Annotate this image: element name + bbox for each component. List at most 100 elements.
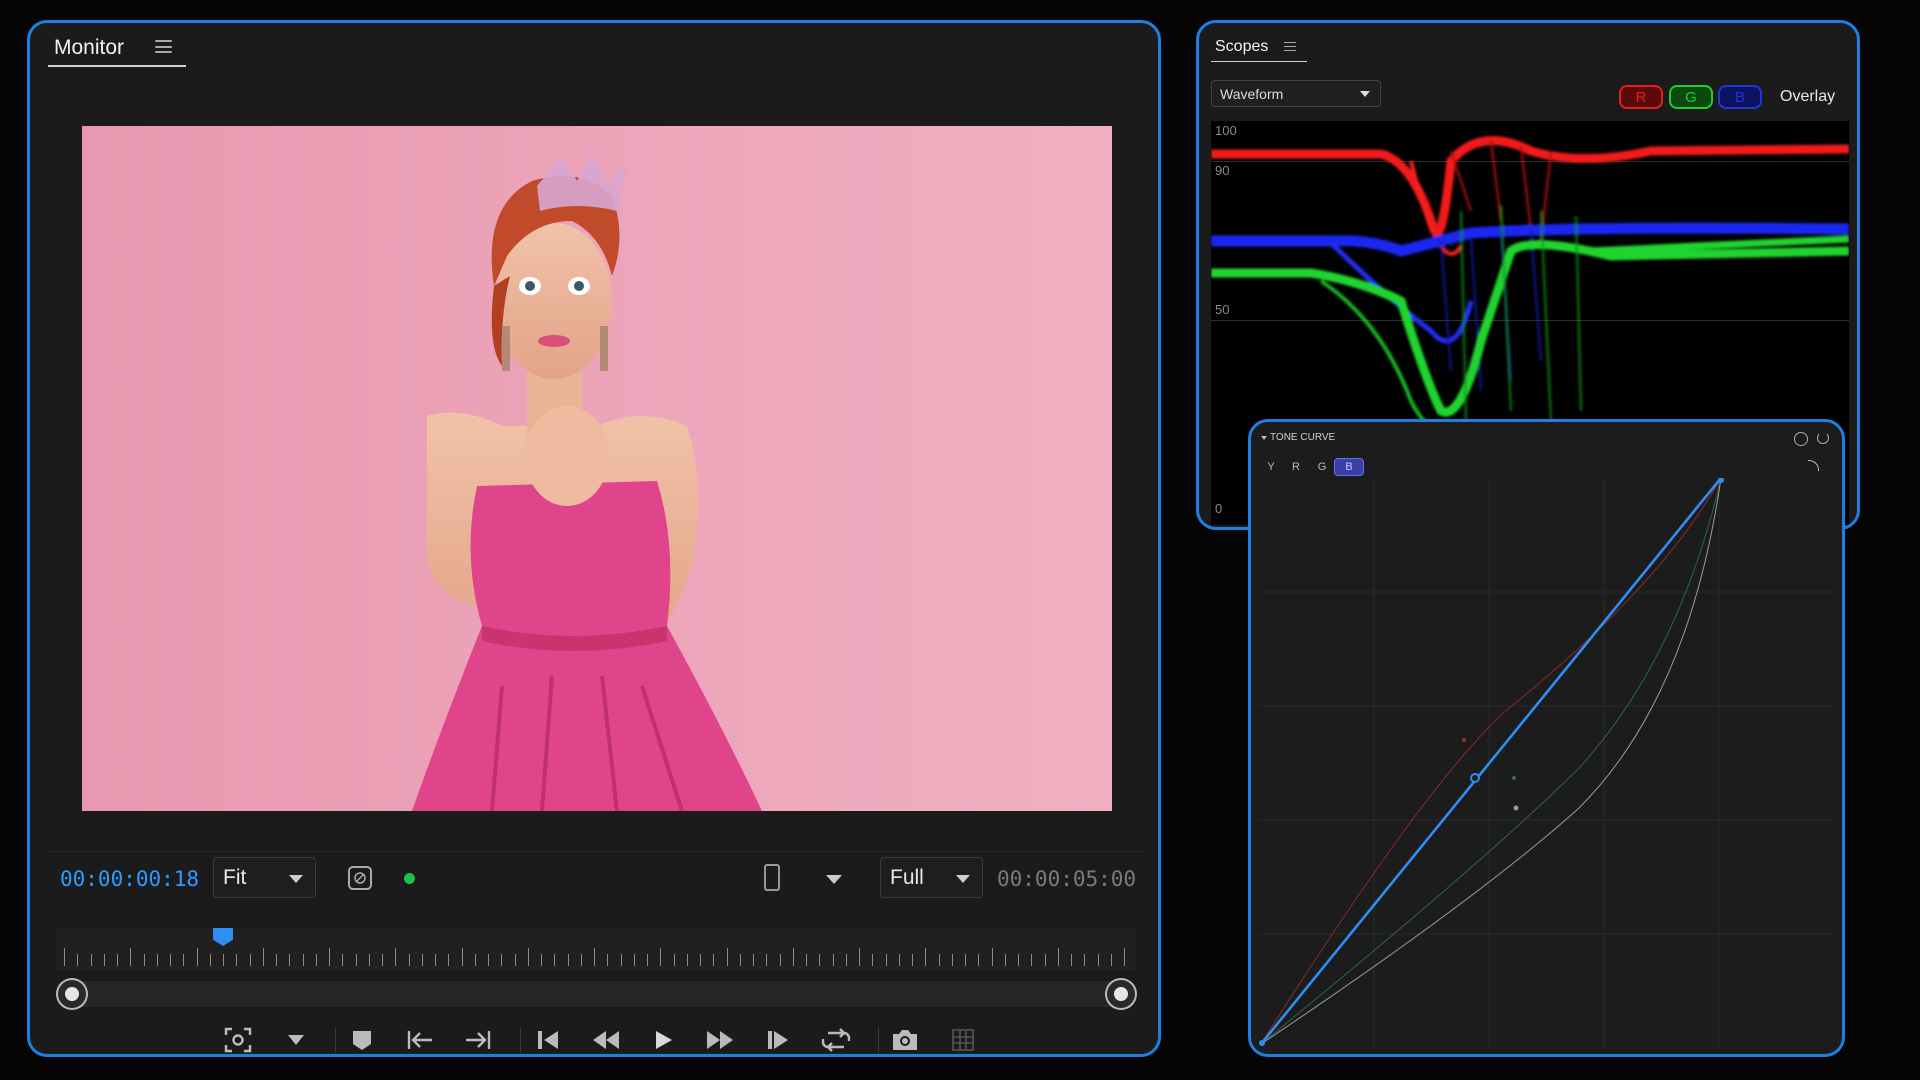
chevron-down-icon [956,875,970,883]
ruler-tick [156,954,158,966]
ruler-tick [527,948,529,966]
ruler-tick [329,948,330,966]
transport-divider [878,1027,879,1053]
ruler-tick [779,954,781,966]
fast-forward-icon[interactable] [702,1023,738,1054]
quality-dropdown[interactable]: Full [880,857,983,898]
ruler-tick [315,954,317,966]
playhead-marker[interactable] [213,928,233,946]
ruler-tick [1124,948,1125,966]
channel-g-toggle[interactable]: G [1669,85,1713,109]
ruler-tick [885,954,887,966]
scopes-tab-underline [1211,61,1307,62]
ruler-tick [196,948,198,966]
ruler-tick [408,954,410,966]
channel-b-toggle[interactable]: B [1718,85,1762,109]
ruler-tick [395,948,397,966]
ruler-tick [898,954,900,966]
go-to-in-icon[interactable] [402,1023,438,1054]
ruler-tick [342,954,344,966]
rewind-icon[interactable] [588,1023,624,1054]
curve-tool-icon[interactable] [1808,460,1819,471]
ruler-tick [1110,954,1112,966]
ruler-tick [991,948,993,966]
tone-curve-title: TONE CURVE [1270,432,1336,443]
monitor-tab-underline [48,65,186,67]
safe-margins-icon[interactable] [220,1023,256,1054]
ruler-tick [938,954,940,966]
tab-y[interactable]: Y [1260,458,1282,476]
ruler-tick [64,948,65,966]
ruler-tick [700,954,701,966]
go-to-out-icon[interactable] [460,1023,496,1054]
ruler-tick [514,954,516,966]
ruler-tick [435,954,436,966]
tone-curve-graph[interactable] [1259,478,1834,1048]
photo-of-woman-in-pink-dress [82,126,1112,811]
controls-divider [48,851,1144,852]
ruler-tick [872,954,874,966]
ruler-tick [289,954,291,966]
ruler-tick [925,948,927,966]
marker-icon[interactable] [344,1023,380,1054]
camera-icon[interactable] [887,1023,923,1054]
channel-r-toggle[interactable]: R [1619,85,1663,109]
current-timecode[interactable]: 00:00:00:18 [60,867,199,891]
scopes-title[interactable]: Scopes [1215,38,1268,56]
channel-b-label: B [1734,88,1745,106]
in-point-handle[interactable] [58,980,86,1008]
ruler-tick [845,954,847,966]
ruler-tick [766,954,768,966]
scope-mode-value: Waveform [1220,86,1284,102]
ruler-tick [183,954,185,966]
ruler-tick [249,954,251,966]
ruler-tick [607,954,609,966]
step-back-icon[interactable] [530,1023,566,1054]
tab-r[interactable]: R [1285,458,1307,476]
work-area-track[interactable] [60,981,1124,1007]
ruler-tick [951,954,953,966]
tone-curve-panel: TONE CURVE Y R G B [1248,419,1845,1057]
enable-check-icon[interactable] [1794,432,1808,446]
status-dot [404,873,415,884]
collapse-triangle-icon[interactable] [1261,436,1267,440]
ruler-tick [1031,954,1033,966]
channel-r-label: R [1635,88,1647,106]
scopes-menu-icon[interactable] [1284,42,1296,51]
device-chevron-down-icon[interactable] [826,875,842,884]
overlay-toggle-icon[interactable] [348,866,372,890]
ruler-tick [77,954,79,966]
ruler-tick [421,954,423,966]
out-point-handle[interactable] [1107,980,1135,1008]
ruler-tick [368,954,370,966]
ruler-tick [1004,954,1006,966]
duration-timecode: 00:00:05:00 [997,867,1137,891]
device-preview-icon[interactable] [764,864,780,891]
loop-icon[interactable] [818,1023,854,1054]
zoom-dropdown[interactable]: Fit [213,857,316,898]
ruler-tick [448,954,450,966]
ruler-tick [117,954,118,966]
grid-icon[interactable] [945,1023,981,1054]
play-icon[interactable] [645,1023,681,1054]
ruler-tick [143,954,145,966]
monitor-menu-icon[interactable] [155,40,172,53]
channel-g-label: G [1685,88,1697,106]
overlay-label[interactable]: Overlay [1780,88,1835,106]
zoom-value: Fit [223,865,247,889]
video-viewer [82,126,1112,811]
ruler-tick [713,954,715,966]
reset-icon[interactable] [1817,432,1829,444]
chevron-down-icon[interactable] [278,1023,314,1054]
timeline-ruler[interactable] [56,928,1136,970]
ruler-tick [753,954,754,966]
step-forward-icon[interactable] [760,1023,796,1054]
scope-mode-dropdown[interactable]: Waveform [1211,80,1381,107]
tab-g[interactable]: G [1311,458,1333,476]
ruler-tick [726,948,728,966]
ruler-tick [567,954,569,966]
tab-b[interactable]: B [1334,458,1364,476]
monitor-title[interactable]: Monitor [54,36,124,60]
ruler-tick [673,954,675,966]
ruler-tick [302,954,304,966]
